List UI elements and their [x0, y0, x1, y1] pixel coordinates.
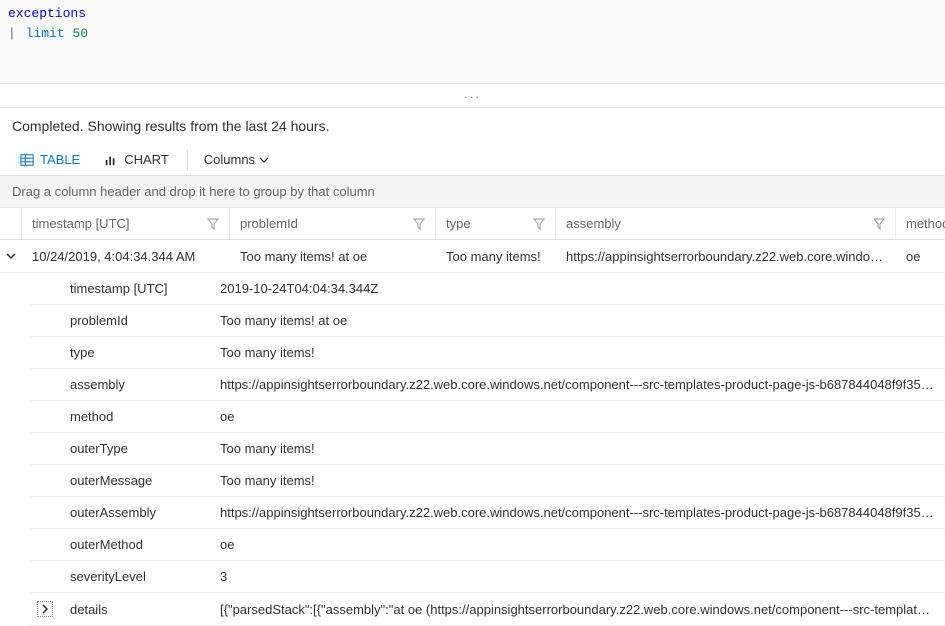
cell-timestamp: 10/24/2019, 4:04:34.344 AM: [22, 249, 230, 264]
detail-key: assembly: [60, 377, 210, 392]
detail-row: problemIdToo many items! at oe: [30, 305, 945, 337]
header-assembly-label: assembly: [566, 216, 621, 231]
query-table-name: exceptions: [8, 6, 86, 21]
detail-value: Too many items! at oe: [210, 313, 945, 328]
detail-value: 2019-10-24T04:04:34.344Z: [210, 281, 945, 296]
filter-icon[interactable]: [413, 218, 425, 230]
detail-row: timestamp [UTC]2019-10-24T04:04:34.344Z: [30, 273, 945, 305]
detail-key: outerAssembly: [60, 505, 210, 520]
detail-value: oe: [210, 409, 945, 424]
detail-key: problemId: [60, 313, 210, 328]
detail-value: oe: [210, 537, 945, 552]
detail-value: https://appinsightserrorboundary.z22.web…: [210, 377, 945, 392]
chart-icon: [104, 153, 118, 167]
detail-key: type: [60, 345, 210, 360]
query-pipe: |: [8, 26, 18, 41]
detail-row: methodoe: [30, 401, 945, 433]
header-timestamp-label: timestamp [UTC]: [32, 216, 130, 231]
detail-row: severityLevel3: [30, 561, 945, 593]
group-by-hint[interactable]: Drag a column header and drop it here to…: [0, 176, 945, 208]
query-operator: limit: [26, 26, 65, 41]
header-type-label: type: [446, 216, 471, 231]
detail-row: typeToo many items!: [30, 337, 945, 369]
header-method-label: method: [906, 216, 945, 231]
detail-row: assemblyhttps://appinsightserrorboundary…: [30, 369, 945, 401]
header-problemid[interactable]: problemId: [230, 208, 436, 239]
detail-row: outerMessageToo many items!: [30, 465, 945, 497]
tab-table[interactable]: TABLE: [8, 144, 92, 175]
chevron-down-icon[interactable]: [6, 248, 16, 264]
tab-chart-label: CHART: [124, 152, 169, 167]
detail-key: details: [60, 602, 210, 617]
detail-row: details [{"parsedStack":[{"assembly":"at…: [30, 593, 945, 626]
detail-row: outerAssemblyhttps://appinsightserrorbou…: [30, 497, 945, 529]
status-text: Completed. Showing results from the last…: [0, 108, 945, 144]
table-icon: [20, 153, 34, 167]
header-timestamp[interactable]: timestamp [UTC]: [22, 208, 230, 239]
cell-type: Too many items!: [436, 249, 556, 264]
detail-value: Too many items!: [210, 441, 945, 456]
detail-value: 3: [210, 569, 945, 584]
filter-icon[interactable]: [533, 218, 545, 230]
grid-header-row: timestamp [UTC] problemId type assembly …: [0, 208, 945, 240]
detail-row: outerMethodoe: [30, 529, 945, 561]
chevron-right-icon[interactable]: [37, 601, 53, 617]
detail-value: Too many items!: [210, 345, 945, 360]
cell-problemid: Too many items! at oe: [230, 249, 436, 264]
filter-icon[interactable]: [873, 218, 885, 230]
query-editor[interactable]: exceptions | limit 50: [0, 0, 945, 84]
detail-key: outerType: [60, 441, 210, 456]
detail-key: method: [60, 409, 210, 424]
detail-key: outerMethod: [60, 537, 210, 552]
header-assembly[interactable]: assembly: [556, 208, 896, 239]
detail-value: [{"parsedStack":[{"assembly":"at oe (htt…: [210, 602, 945, 617]
view-tabs: TABLE CHART Columns: [0, 144, 945, 176]
header-method[interactable]: method: [896, 208, 945, 239]
tab-separator: [187, 150, 188, 170]
cell-assembly: https://appinsightserrorboundary.z22.web…: [556, 249, 896, 264]
chevron-down-icon: [259, 155, 269, 165]
tab-table-label: TABLE: [40, 152, 80, 167]
header-problemid-label: problemId: [240, 216, 298, 231]
detail-key: outerMessage: [60, 473, 210, 488]
table-row[interactable]: 10/24/2019, 4:04:34.344 AM Too many item…: [0, 240, 945, 273]
detail-value: Too many items!: [210, 473, 945, 488]
columns-label: Columns: [204, 152, 255, 167]
detail-value: https://appinsightserrorboundary.z22.web…: [210, 505, 945, 520]
detail-key: severityLevel: [60, 569, 210, 584]
row-details: timestamp [UTC]2019-10-24T04:04:34.344Z …: [0, 273, 945, 626]
header-type[interactable]: type: [436, 208, 556, 239]
detail-key: timestamp [UTC]: [60, 281, 210, 296]
tab-chart[interactable]: CHART: [92, 144, 181, 175]
query-number: 50: [72, 26, 88, 41]
filter-icon[interactable]: [207, 218, 219, 230]
cell-method: oe: [896, 249, 945, 264]
detail-row: outerTypeToo many items!: [30, 433, 945, 465]
resize-handle[interactable]: ...: [0, 84, 945, 108]
header-expand-spacer: [0, 208, 22, 239]
columns-dropdown[interactable]: Columns: [194, 144, 279, 175]
